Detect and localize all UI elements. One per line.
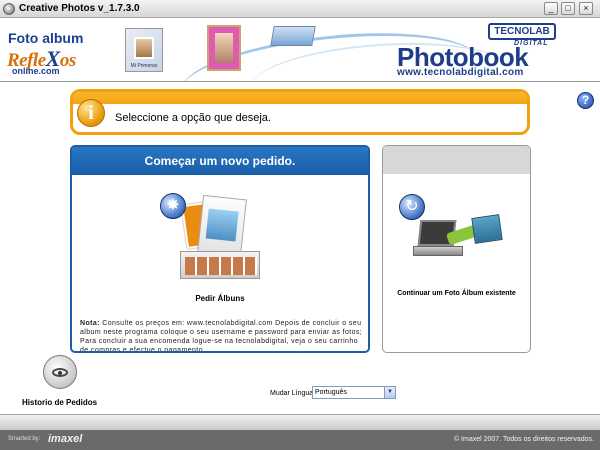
header-banner: Foto album RefleXos online.com Mi Primer… [0,18,600,82]
header-book-thumbnail [270,26,316,46]
info-icon: i [77,99,105,127]
eye-icon [52,368,68,377]
thumbnail-photo [134,37,154,59]
copyright-text: © Imaxel 2007. Todos os direitos reserva… [453,436,594,443]
close-button[interactable]: × [579,2,593,15]
order-albums-label[interactable]: Pedir Álbuns [72,294,368,303]
new-order-title: Começar um novo pedido. [72,147,368,175]
new-order-panel[interactable]: Começar um novo pedido. ✸ Pedir Álbuns N… [70,145,370,353]
new-order-icon[interactable]: ✸ [160,193,186,219]
art-photo-strip [180,251,260,279]
refresh-icon[interactable]: ↻ [399,194,425,220]
album-book-icon [471,214,503,244]
brand-url: www.tecnolabdigital.com [397,67,524,78]
order-note-text: Consulte os preços em: www.tecnolabdigit… [80,320,363,353]
frame-photo [215,33,233,63]
header-album-thumbnail: Mi Primeras [125,28,163,72]
order-history-icon[interactable] [43,355,77,389]
imaxel-logo: imaxel [48,433,83,445]
language-select[interactable]: Português ▼ [312,386,396,399]
order-history-label[interactable]: Historio de Pedidos [22,398,97,407]
continue-album-panel[interactable]: ↻ Continuar um Foto Álbum existente [382,145,531,353]
tecnolab-logo: TECNOLAB [488,23,556,40]
continue-album-illustration[interactable]: ↻ [399,194,509,274]
continue-album-header [383,146,530,174]
art-photo-card-image [205,208,239,242]
info-banner-band [73,92,527,104]
order-note: Nota: Consulte os preços em: www.tecnola… [80,319,364,353]
smarted-by-label: Smarted by: [8,436,41,442]
info-banner: i Seleccione a opção que deseja. [70,89,530,135]
logo-line-3: online.com [12,66,60,76]
header-frame-thumbnail [207,25,241,71]
title-bar: Creative Photos v_1.7.3.0 _ □ × [0,0,600,18]
help-icon[interactable]: ? [577,92,594,109]
art-photo-card [197,194,247,258]
info-message: Seleccione a opção que deseja. [115,112,271,124]
footer-separator [0,414,600,430]
logo-line-1: Foto album [8,30,84,46]
status-bar: Smarted by: imaxel © Imaxel 2007. Todos … [0,430,600,450]
order-note-label: Nota: [80,320,100,327]
window-title: Creative Photos v_1.7.3.0 [19,3,140,14]
language-selected-value: Português [315,389,347,396]
order-albums-illustration[interactable]: ✸ [160,193,272,289]
continue-album-label[interactable]: Continuar um Foto Álbum existente [383,289,530,298]
thumbnail-caption: Mi Primeras [130,63,158,69]
laptop-base [413,246,463,256]
art-strip-frames [185,257,257,275]
logo-part-b: os [59,50,76,71]
app-icon [3,3,15,15]
chevron-down-icon[interactable]: ▼ [384,387,395,398]
maximize-button[interactable]: □ [561,2,575,15]
language-label: Mudar Língua [270,390,314,397]
minimize-button[interactable]: _ [544,2,558,15]
